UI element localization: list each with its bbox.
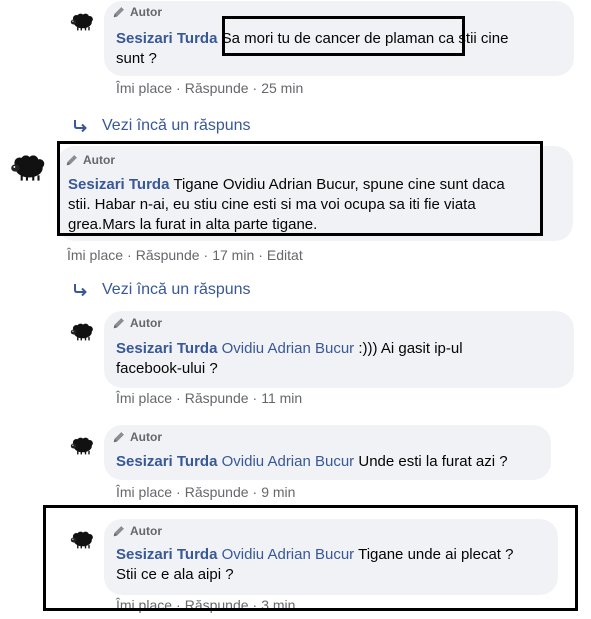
commenter-name[interactable]: Sesizari Turda <box>116 30 217 47</box>
avatar[interactable] <box>7 147 49 189</box>
pencil-icon <box>112 5 126 19</box>
reply-button[interactable]: Răspunde <box>185 80 249 96</box>
author-badge: Autor <box>112 316 162 330</box>
author-badge: Autor <box>112 430 162 444</box>
more-replies-link[interactable]: Vezi încă un răspuns <box>72 117 251 135</box>
more-replies-link[interactable]: Vezi încă un răspuns <box>72 281 251 299</box>
mention-tag[interactable]: Ovidiu Adrian Bucur <box>222 340 355 357</box>
timestamp[interactable]: 9 min <box>261 484 295 500</box>
highlight-frame <box>222 16 465 56</box>
commenter-name[interactable]: Sesizari Turda <box>116 340 217 357</box>
pencil-icon <box>112 316 126 330</box>
timestamp[interactable]: 25 min <box>261 80 303 96</box>
highlight-frame <box>57 141 543 236</box>
like-button[interactable]: Îmi place <box>116 80 172 96</box>
author-label: Autor <box>130 430 162 444</box>
avatar[interactable] <box>68 318 96 346</box>
timestamp[interactable]: 17 min <box>212 247 254 263</box>
reply-button[interactable]: Răspunde <box>185 390 249 406</box>
comment-bubble: Autor Sesizari Turda Ovidiu Adrian Bucur… <box>104 425 551 480</box>
avatar[interactable] <box>68 8 96 36</box>
comment-actions: Îmi place · Răspunde · 11 min <box>116 390 303 406</box>
reply-arrow-icon <box>72 119 88 133</box>
comment-actions: Îmi place · Răspunde · 17 min · Editat <box>67 247 303 263</box>
reply-arrow-icon <box>72 283 88 297</box>
comment-actions: Îmi place · Răspunde · 25 min <box>116 80 304 96</box>
like-button[interactable]: Îmi place <box>116 390 172 406</box>
reply-button[interactable]: Răspunde <box>136 247 200 263</box>
comment-actions: Îmi place · Răspunde · 9 min <box>116 484 296 500</box>
timestamp[interactable]: 11 min <box>261 390 302 406</box>
like-button[interactable]: Îmi place <box>67 247 123 263</box>
comment-bubble: Autor Sesizari Turda Ovidiu Adrian Bucur… <box>104 311 574 388</box>
pencil-icon <box>112 430 126 444</box>
avatar[interactable] <box>68 432 96 460</box>
commenter-name[interactable]: Sesizari Turda <box>116 453 217 470</box>
edited-label: Editat <box>266 247 303 263</box>
author-label: Autor <box>130 5 162 19</box>
comment-text: Sesizari Turda Ovidiu Adrian Bucur Unde … <box>116 453 508 470</box>
comment-text: Sesizari Turda Ovidiu Adrian Bucur :))) … <box>116 340 463 377</box>
reply-button[interactable]: Răspunde <box>185 484 249 500</box>
like-button[interactable]: Îmi place <box>116 484 172 500</box>
highlight-frame <box>43 505 578 611</box>
author-label: Autor <box>130 316 162 330</box>
author-badge: Autor <box>112 5 162 19</box>
mention-tag[interactable]: Ovidiu Adrian Bucur <box>222 453 355 470</box>
